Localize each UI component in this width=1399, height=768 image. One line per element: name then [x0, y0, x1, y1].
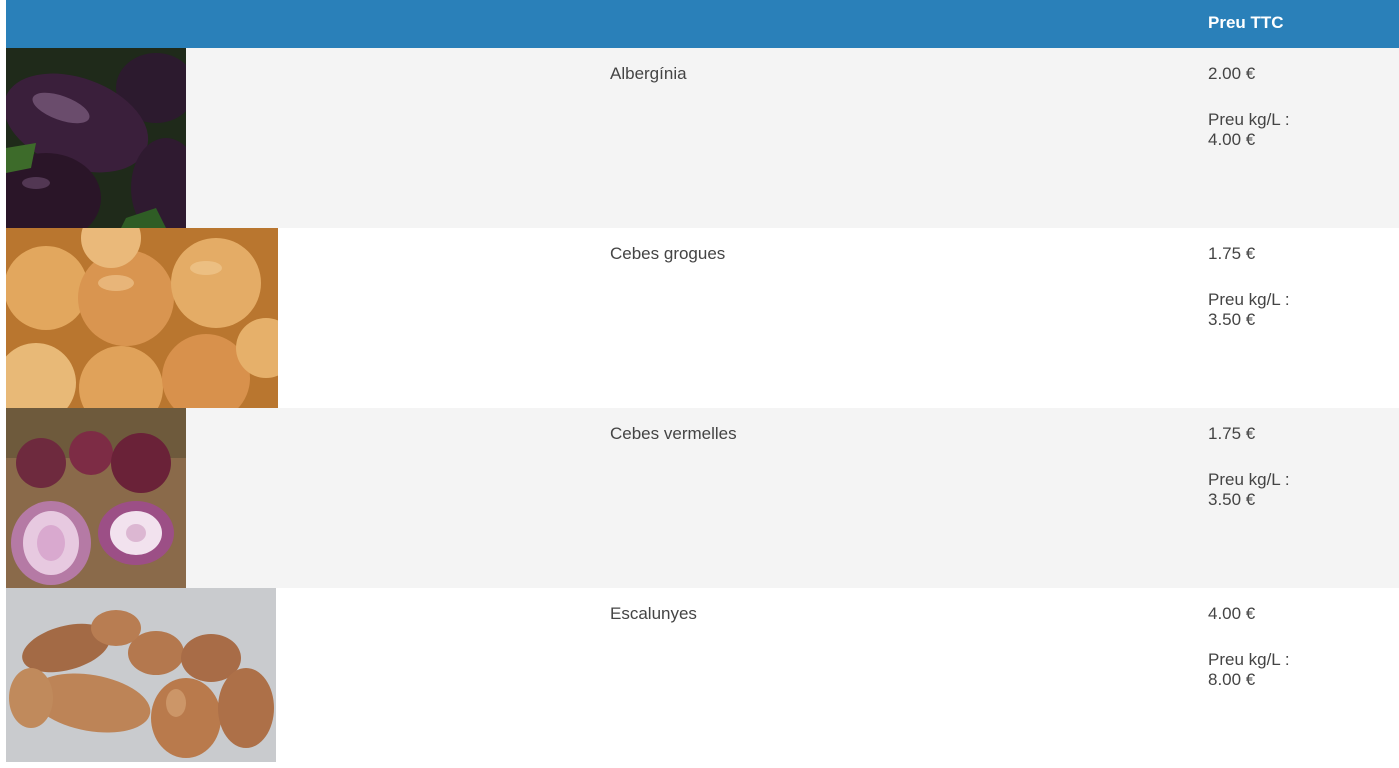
unit-price-label: Preu kg/L :: [1208, 290, 1290, 309]
product-price: 4.00 €: [1208, 604, 1256, 623]
unit-price-label: Preu kg/L :: [1208, 650, 1290, 669]
shallots-image[interactable]: [6, 588, 276, 768]
unit-price-value: 4.00 €: [1208, 130, 1256, 149]
price-column-header: Preu TTC: [1208, 13, 1284, 32]
red-onions-image[interactable]: [6, 408, 186, 588]
table-header: Preu TTC: [6, 0, 1399, 48]
unit-price: Preu kg/L : 4.00 €: [1208, 110, 1358, 150]
unit-price: Preu kg/L : 3.50 €: [1208, 290, 1358, 330]
product-price: 1.75 €: [1208, 424, 1256, 443]
product-name[interactable]: Albergínia: [610, 64, 687, 84]
yellow-onions-image[interactable]: [6, 228, 278, 408]
unit-price: Preu kg/L : 3.50 €: [1208, 470, 1358, 510]
table-row: Cebes vermelles 1.75 € Preu kg/L : 3.50 …: [6, 408, 1399, 588]
unit-price-label: Preu kg/L :: [1208, 110, 1290, 129]
unit-price-label: Preu kg/L :: [1208, 470, 1290, 489]
table-row: Escalunyes 4.00 € Preu kg/L : 8.00 €: [6, 588, 1399, 768]
unit-price-value: 3.50 €: [1208, 490, 1256, 509]
product-name[interactable]: Cebes vermelles: [610, 424, 737, 444]
unit-price: Preu kg/L : 8.00 €: [1208, 650, 1358, 690]
product-table: Preu TTC Albergínia 2.00 € Preu kg/L : 4…: [6, 0, 1399, 768]
unit-price-value: 3.50 €: [1208, 310, 1256, 329]
product-name[interactable]: Escalunyes: [610, 604, 697, 624]
table-row: Cebes grogues 1.75 € Preu kg/L : 3.50 €: [6, 228, 1399, 408]
product-price: 1.75 €: [1208, 244, 1256, 263]
table-row: Albergínia 2.00 € Preu kg/L : 4.00 €: [6, 48, 1399, 228]
product-name[interactable]: Cebes grogues: [610, 244, 725, 264]
unit-price-value: 8.00 €: [1208, 670, 1256, 689]
product-price: 2.00 €: [1208, 64, 1256, 83]
eggplant-image[interactable]: [6, 48, 186, 228]
